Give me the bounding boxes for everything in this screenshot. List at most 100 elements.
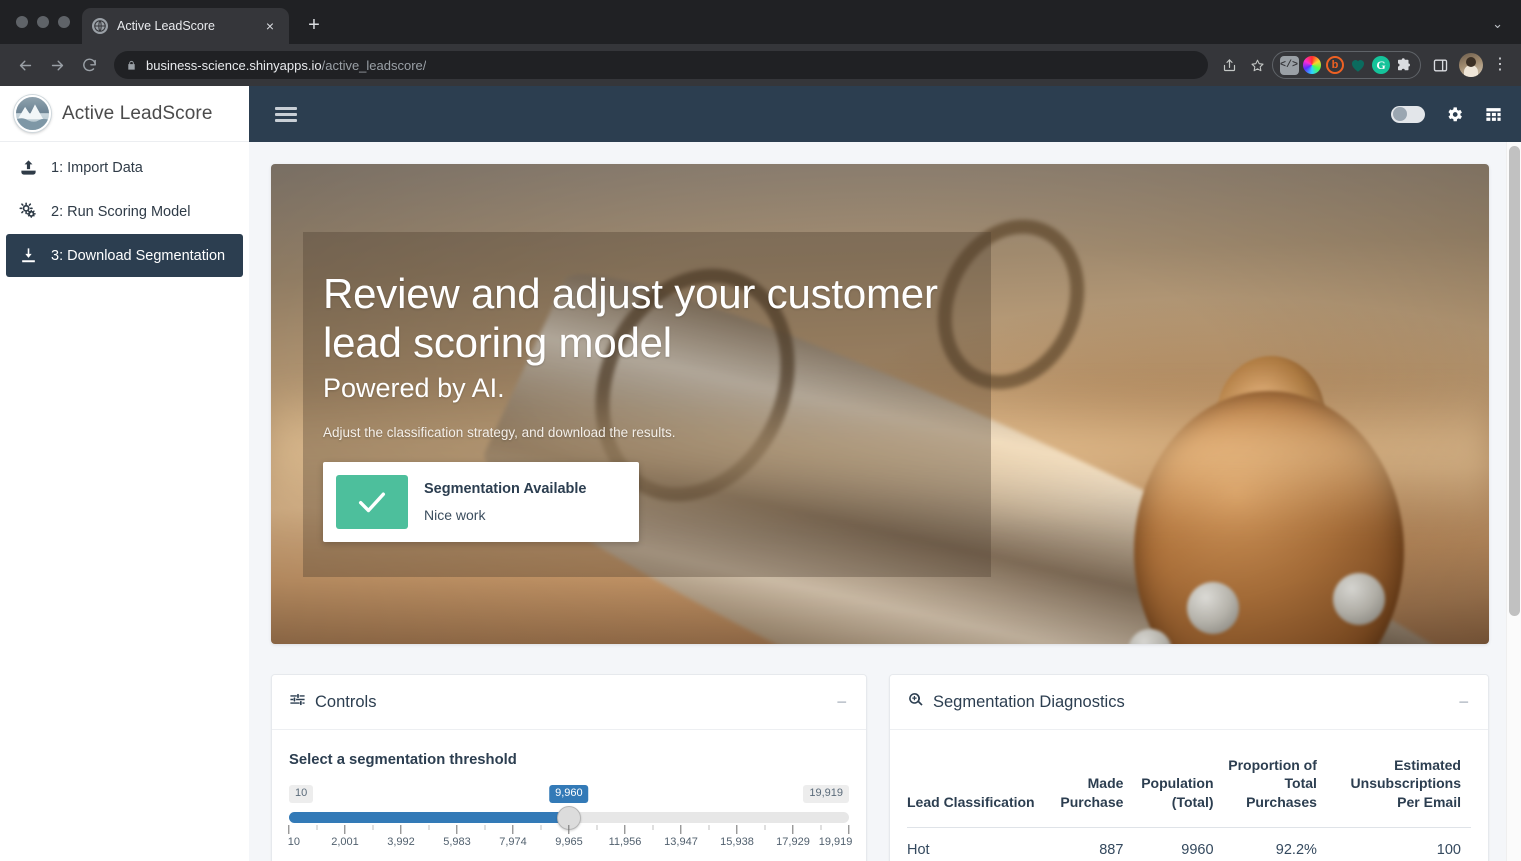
threshold-slider[interactable]: 10 9,960 19,919 10 2,001 3,992 5,983 7,9… [287, 785, 853, 852]
bitly-extension-icon[interactable]: b [1325, 55, 1345, 75]
table-cell: 100 [1326, 827, 1471, 861]
browser-tab[interactable]: Active LeadScore × [82, 8, 289, 44]
profile-avatar[interactable] [1459, 53, 1483, 77]
column-header: Estimated Unsubscriptions Per Email [1326, 752, 1471, 829]
kebab-menu-icon[interactable]: ⋮ [1489, 57, 1511, 73]
extensions-pill: </> b G [1272, 51, 1421, 79]
controls-panel: Controls − Select a segmentation thresho… [271, 674, 867, 861]
back-arrow-icon[interactable] [10, 50, 40, 80]
window-controls[interactable] [12, 0, 82, 44]
slider-tick [652, 825, 654, 830]
controls-panel-title-group: Controls [289, 691, 376, 713]
page-scroll-area: Review and adjust your customer lead sco… [249, 142, 1521, 861]
share-icon[interactable] [1216, 52, 1242, 78]
slider-tick [792, 825, 794, 834]
download-icon [18, 246, 38, 266]
slider-tick-labels: 10 2,001 3,992 5,983 7,974 9,965 11,956 13,947 1… [287, 836, 853, 852]
vertical-scrollbar[interactable] [1506, 142, 1521, 861]
hero-text-overlay: Review and adjust your customer lead sco… [303, 232, 991, 577]
slider-tick-label: 17,929 [776, 836, 810, 848]
panels-row: Controls − Select a segmentation thresho… [271, 674, 1489, 861]
gear-icon[interactable] [1445, 105, 1464, 124]
slider-tick-label: 15,938 [720, 836, 754, 848]
slider-tick [484, 825, 486, 830]
diagnostics-panel-title-group: Segmentation Diagnostics [907, 691, 1125, 713]
slider-tick [596, 825, 598, 830]
scrollbar-thumb[interactable] [1509, 146, 1520, 616]
main-column: Review and adjust your customer lead sco… [249, 86, 1521, 861]
page-content: Review and adjust your customer lead sco… [249, 142, 1521, 861]
lock-icon [126, 59, 137, 72]
column-header: Proportion of Total Purchases [1223, 752, 1327, 829]
browser-window: Active LeadScore × + ⌄ business-science.… [0, 0, 1521, 861]
url-path: /active_leadscore/ [321, 57, 427, 73]
sidebar-item-run-scoring-model[interactable]: 2: Run Scoring Model [6, 190, 243, 233]
sidebar-nav: 1: Import Data 2: Run Scoring Model 3: D… [0, 142, 249, 278]
forward-arrow-icon[interactable] [42, 50, 72, 80]
slider-tick [316, 825, 318, 830]
slider-tick [568, 825, 570, 834]
address-bar[interactable]: business-science.shinyapps.io/active_lea… [114, 51, 1208, 79]
slider-tick-label: 9,965 [555, 836, 583, 848]
tab-title: Active LeadScore [117, 19, 215, 33]
window-maximize-button[interactable] [58, 16, 70, 28]
slider-current-value: 9,960 [549, 785, 589, 803]
slider-tick [540, 825, 542, 830]
tab-close-icon[interactable]: × [261, 19, 279, 33]
new-tab-button[interactable]: + [303, 15, 325, 35]
url-text: business-science.shinyapps.io/active_lea… [146, 58, 426, 73]
table-cell: 887 [1053, 827, 1134, 861]
chevron-down-icon[interactable]: ⌄ [1492, 16, 1503, 32]
upload-icon [18, 158, 38, 178]
code-extension-icon[interactable]: </> [1279, 55, 1299, 75]
controls-collapse-button[interactable]: − [834, 689, 849, 715]
honey-extension-icon[interactable] [1348, 55, 1368, 75]
status-card-text: Nice work [424, 507, 486, 524]
slider-tick-label: 10 [287, 836, 301, 848]
status-card-body: Segmentation Available Nice work [424, 475, 587, 529]
slider-ticks [288, 825, 850, 834]
slider-tick [400, 825, 402, 834]
puzzle-extensions-icon[interactable] [1394, 55, 1414, 75]
dark-mode-toggle[interactable] [1391, 105, 1425, 123]
star-icon[interactable] [1244, 52, 1270, 78]
app-brand[interactable]: Active LeadScore [0, 86, 249, 142]
slider-tick-label: 5,983 [443, 836, 471, 848]
mountain-logo-icon [14, 95, 51, 132]
magnifier-plus-icon [907, 691, 924, 713]
table-row: Hot 887 9960 92.2% 100 [907, 827, 1471, 861]
hero-description: Adjust the classification strategy, and … [323, 425, 676, 441]
page-viewport: Active LeadScore 1: Import Data 2: Run S… [0, 86, 1521, 861]
table-cell: Hot [907, 827, 1054, 861]
slider-fill [289, 812, 569, 823]
slider-tick [372, 825, 374, 830]
app-topbar [249, 86, 1521, 142]
sliders-icon [289, 691, 306, 713]
sidebar-item-import-data[interactable]: 1: Import Data [6, 146, 243, 189]
slider-tick [736, 825, 738, 834]
diagnostics-table-head: Lead Classification Made Purchase Popula… [907, 752, 1471, 829]
slider-max-label: 19,919 [803, 785, 849, 803]
side-panel-icon[interactable] [1427, 52, 1453, 78]
table-grid-icon[interactable] [1484, 105, 1503, 124]
sidebar-item-label: 1: Import Data [51, 159, 143, 176]
diagnostics-table-body: Hot887996092.2%100Cold7599597.8%0 [907, 827, 1471, 861]
hamburger-icon[interactable] [275, 104, 297, 125]
slider-tick [764, 825, 766, 830]
hero-subtitle: Powered by AI. [323, 373, 505, 404]
diagnostics-collapse-button[interactable]: − [1456, 689, 1471, 715]
reload-icon[interactable] [74, 50, 104, 80]
color-wheel-extension-icon[interactable] [1302, 55, 1322, 75]
sidebar-item-label: 3: Download Segmentation [51, 247, 226, 264]
diagnostics-table: Lead Classification Made Purchase Popula… [907, 752, 1471, 861]
window-close-button[interactable] [16, 16, 28, 28]
app-brand-name: Active LeadScore [62, 102, 213, 124]
grammarly-extension-icon[interactable]: G [1371, 55, 1391, 75]
sidebar-item-download-segmentation[interactable]: 3: Download Segmentation [6, 234, 243, 277]
window-minimize-button[interactable] [37, 16, 49, 28]
slider-track[interactable] [289, 805, 849, 830]
column-header: Made Purchase [1053, 752, 1134, 829]
diagnostics-panel: Segmentation Diagnostics − Lead Classifi… [889, 674, 1489, 861]
hero-banner: Review and adjust your customer lead sco… [271, 164, 1489, 644]
column-header: Lead Classification [907, 752, 1054, 829]
